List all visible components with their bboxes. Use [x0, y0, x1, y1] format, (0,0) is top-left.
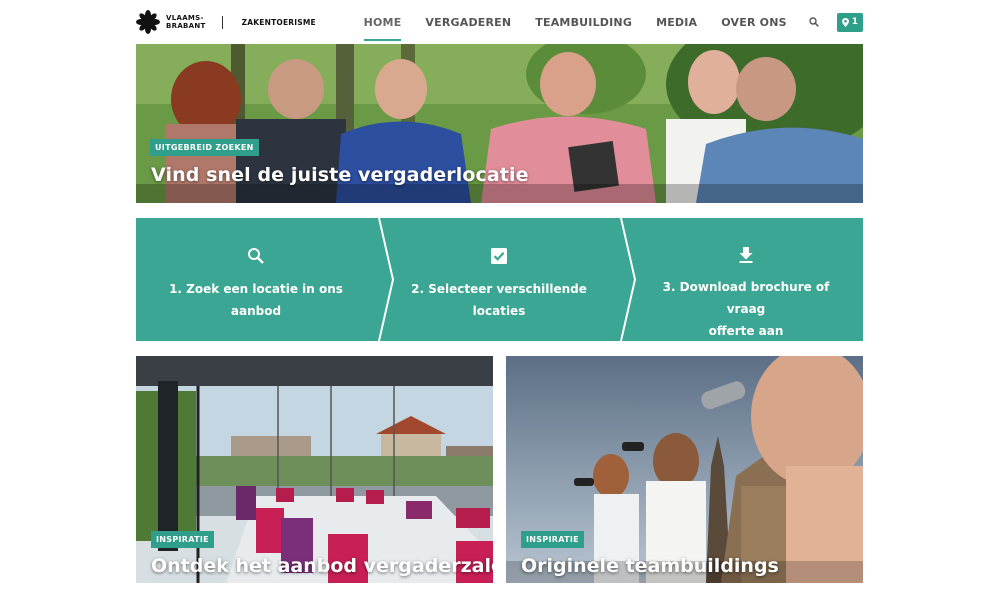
brand-name: VLAAMS- BRABANT — [166, 14, 206, 30]
teambuilding-photo — [506, 356, 863, 583]
brand-logo[interactable]: VLAAMS- BRABANT ZAKENTOERISME — [136, 10, 316, 34]
card-title[interactable]: Originele teambuildings — [521, 555, 779, 577]
nav-item-teambuilding[interactable]: TEAMBUILDING — [523, 0, 644, 44]
step-3[interactable]: 3. Download brochure of vraag offerte aa… — [646, 218, 846, 341]
step-2[interactable]: 2. Selecteer verschillende locaties — [404, 218, 594, 341]
nav-item-over-ons[interactable]: OVER ONS — [709, 0, 798, 44]
main-nav: HOME VERGADEREN TEAMBUILDING MEDIA OVER … — [352, 0, 863, 44]
search-button[interactable] — [799, 0, 829, 44]
card-teambuildings[interactable]: INSPIRATIE Originele teambuildings — [506, 356, 863, 583]
card-tag[interactable]: INSPIRATIE — [521, 531, 584, 548]
download-icon — [736, 246, 756, 264]
nav-item-vergaderen[interactable]: VERGADEREN — [413, 0, 523, 44]
brand-name-line2: BRABANT — [166, 22, 206, 30]
search-icon — [246, 246, 266, 266]
brand-subtitle: ZAKENTOERISME — [241, 17, 316, 27]
step-1[interactable]: 1. Zoek een locatie in ons aanbod — [161, 218, 351, 341]
step-2-label: 2. Selecteer verschillende locaties — [404, 278, 594, 322]
nav-item-home[interactable]: HOME — [352, 0, 414, 44]
meeting-room-photo — [136, 356, 493, 583]
checkbox-icon — [489, 246, 509, 266]
nav-item-media[interactable]: MEDIA — [644, 0, 709, 44]
site-header: VLAAMS- BRABANT ZAKENTOERISME HOME VERGA… — [136, 0, 863, 44]
step-3-label: 3. Download brochure of vraag offerte aa… — [646, 276, 846, 342]
step-1-line2: aanbod — [230, 304, 282, 318]
hero-banner[interactable]: UITGEBREID ZOEKEN Vind snel de juiste ve… — [136, 44, 863, 203]
hero-tag[interactable]: UITGEBREID ZOEKEN — [150, 139, 259, 156]
step-2-line2: locaties — [472, 304, 526, 318]
step-3-line2: offerte aan — [708, 324, 784, 338]
map-pin-icon — [841, 17, 849, 27]
favorites-count: 1 — [851, 17, 858, 27]
card-tag[interactable]: INSPIRATIE — [151, 531, 214, 548]
hero-title[interactable]: Vind snel de juiste vergaderlocatie — [151, 164, 529, 186]
brand-divider — [221, 15, 223, 29]
star-burst-logo-icon — [136, 10, 160, 34]
card-title[interactable]: Ontdek het aanbod vergaderzalen — [151, 555, 493, 577]
card-vergaderzalen[interactable]: INSPIRATIE Ontdek het aanbod vergaderzal… — [136, 356, 493, 583]
favorites-button[interactable]: 1 — [836, 12, 863, 32]
step-3-line1: 3. Download brochure of vraag — [662, 280, 830, 316]
steps-band: 1. Zoek een locatie in ons aanbod 2. Sel… — [136, 218, 863, 341]
step-2-line1: 2. Selecteer verschillende — [411, 282, 587, 296]
step-1-line1: 1. Zoek een locatie in ons — [169, 282, 343, 296]
brand-name-line1: VLAAMS- — [166, 14, 204, 22]
step-1-label: 1. Zoek een locatie in ons aanbod — [161, 278, 351, 322]
search-icon — [809, 17, 819, 27]
